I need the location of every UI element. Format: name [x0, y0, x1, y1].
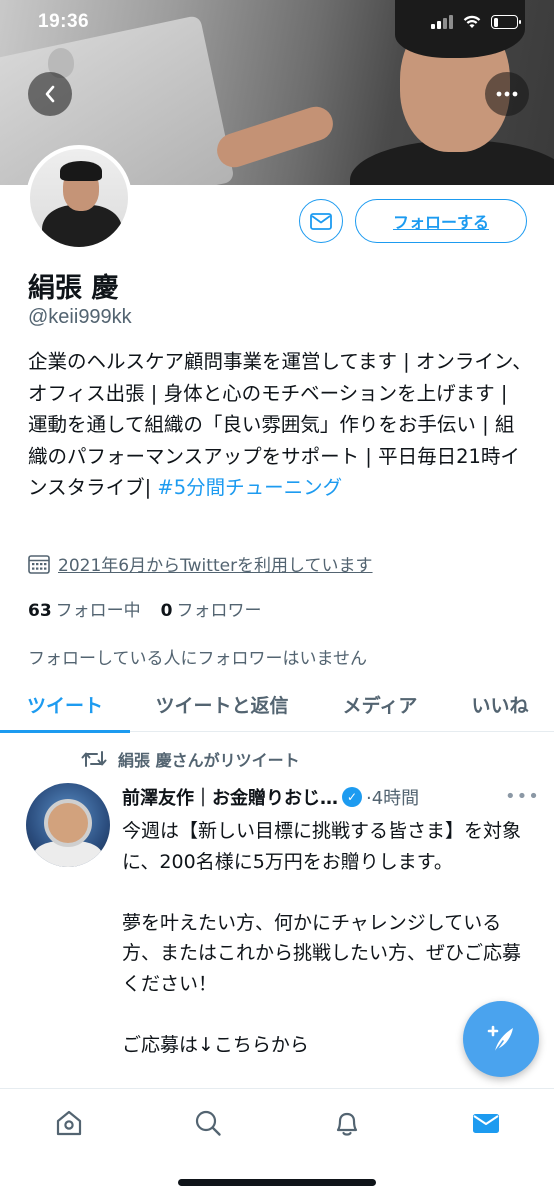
no-followers-note: フォローしている人にフォロワーはいません — [28, 649, 367, 669]
tweet-more-icon[interactable]: ••• — [505, 786, 540, 807]
tab-media[interactable]: メディア — [314, 676, 446, 732]
status-indicators — [431, 15, 521, 29]
more-horizontal-icon — [496, 91, 518, 97]
mail-icon — [310, 212, 332, 230]
verified-badge-icon: ✓ — [342, 787, 362, 807]
tweet-header: 前澤友作｜お金贈りおじ… ✓ ·4時間 — [122, 784, 532, 810]
retweet-icon — [81, 751, 107, 767]
search-icon — [195, 1110, 221, 1136]
tab-likes[interactable]: いいね — [446, 676, 554, 732]
nav-home[interactable] — [49, 1103, 89, 1143]
joined-text: 2021年6月からTwitterを利用しています — [58, 556, 373, 576]
back-button[interactable] — [28, 72, 72, 116]
nav-search[interactable] — [188, 1103, 228, 1143]
tweet-time[interactable]: ·4時間 — [366, 784, 419, 810]
compose-tweet-button[interactable] — [463, 1001, 539, 1077]
home-indicator — [178, 1179, 376, 1186]
compose-tweet-icon — [487, 1025, 513, 1053]
more-button[interactable] — [485, 72, 529, 116]
tab-tweets-and-replies[interactable]: ツイートと返信 — [130, 676, 314, 732]
followers-count: 0 — [160, 601, 173, 621]
status-time: 19:36 — [38, 11, 90, 32]
joined-date[interactable]: 2021年6月からTwitterを利用しています — [28, 551, 373, 576]
message-button[interactable] — [299, 199, 343, 243]
banner-hand — [212, 102, 338, 172]
retweet-indicator: 絹張 慶さんがリツイート — [80, 747, 300, 771]
tweet-author-name[interactable]: 前澤友作｜お金贈りおじ… — [122, 784, 338, 810]
profile-tabs: ツイート ツイートと返信 メディア いいね — [0, 676, 554, 733]
following-stat[interactable]: 63 フォロー中 — [28, 596, 141, 621]
home-icon — [56, 1110, 82, 1136]
battery-icon — [491, 15, 521, 29]
profile-bio: 企業のヘルスケア顧問事業を運営してます | オンライン、オフィス出張 | 身体と… — [28, 346, 533, 504]
bio-hashtag-link[interactable]: #5分間チューニング — [157, 476, 342, 499]
following-label: フォロー中 — [55, 601, 141, 621]
notifications-icon — [336, 1112, 358, 1136]
chevron-left-icon — [45, 85, 55, 103]
follow-button[interactable]: フォローする — [355, 199, 527, 243]
followers-stat[interactable]: 0 フォロワー — [161, 596, 262, 621]
tweet-author-avatar[interactable] — [26, 783, 110, 867]
wifi-icon — [463, 15, 481, 28]
signal-icon — [431, 15, 453, 29]
messages-icon — [473, 1114, 499, 1133]
status-bar: 19:36 — [0, 0, 554, 60]
following-count: 63 — [28, 601, 52, 621]
nav-messages[interactable] — [466, 1103, 506, 1143]
tab-tweets[interactable]: ツイート — [0, 676, 130, 733]
retweet-note: 絹張 慶さんがリツイート — [118, 751, 300, 770]
nav-notifications[interactable] — [327, 1103, 367, 1143]
calendar-icon — [28, 554, 50, 574]
followers-label: フォロワー — [176, 601, 262, 621]
profile-name: 絹張 慶 — [28, 273, 119, 304]
profile-handle: @keii999kk — [28, 306, 132, 328]
profile-avatar[interactable] — [26, 145, 132, 251]
follow-stats: 63 フォロー中 0 フォロワー — [28, 596, 262, 621]
